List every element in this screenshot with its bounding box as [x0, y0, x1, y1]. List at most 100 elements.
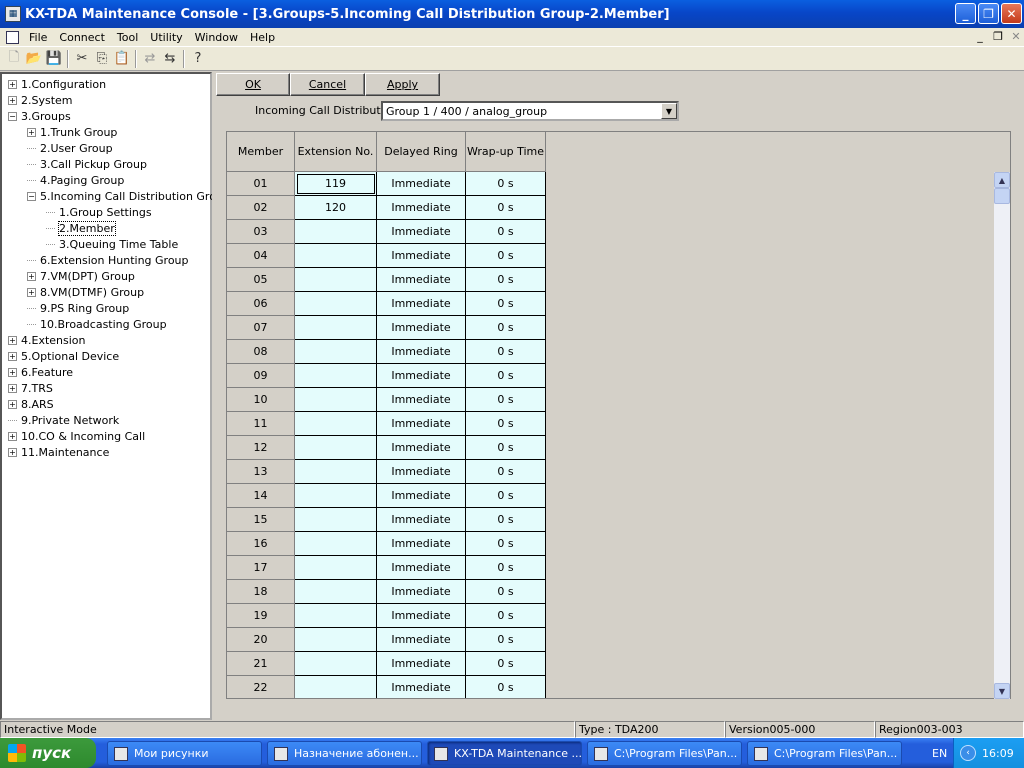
- delayed-ring-cell[interactable]: Immediate: [377, 628, 466, 652]
- tree-node[interactable]: +5.Optional Device: [8, 348, 119, 364]
- delayed-ring-cell[interactable]: Immediate: [377, 220, 466, 244]
- tree-node[interactable]: +4.Extension: [8, 332, 86, 348]
- extension-cell[interactable]: 119: [295, 172, 377, 196]
- app-icon[interactable]: ▦: [5, 6, 21, 22]
- expand-icon[interactable]: +: [27, 287, 36, 297]
- menu-window[interactable]: Window: [189, 31, 244, 44]
- wrap-up-time-cell[interactable]: 0 s: [466, 316, 546, 340]
- tree-node[interactable]: +10.CO & Incoming Call: [8, 428, 145, 444]
- title-bar[interactable]: ▦ KX-TDA Maintenance Console - [3.Groups…: [0, 0, 1024, 28]
- column-header[interactable]: Wrap-up Time: [466, 132, 546, 172]
- tree-node[interactable]: 9.Private Network: [8, 412, 119, 428]
- tree-node[interactable]: +6.Feature: [8, 364, 73, 380]
- document-icon[interactable]: [6, 30, 19, 44]
- wrap-up-time-cell[interactable]: 0 s: [466, 604, 546, 628]
- extension-cell[interactable]: [295, 364, 377, 388]
- delayed-ring-cell[interactable]: Immediate: [377, 196, 466, 220]
- delayed-ring-cell[interactable]: Immediate: [377, 292, 466, 316]
- tree-node[interactable]: +1.Trunk Group: [27, 124, 117, 140]
- tree-node[interactable]: +1.Configuration: [8, 76, 106, 92]
- delayed-ring-cell[interactable]: Immediate: [377, 412, 466, 436]
- delayed-ring-cell[interactable]: Immediate: [377, 244, 466, 268]
- delayed-ring-cell[interactable]: Immediate: [377, 556, 466, 580]
- delayed-ring-cell[interactable]: Immediate: [377, 532, 466, 556]
- column-header[interactable]: Delayed Ring: [377, 132, 466, 172]
- tree-node[interactable]: +8.ARS: [8, 396, 54, 412]
- expand-icon[interactable]: +: [8, 79, 17, 89]
- extension-cell[interactable]: [295, 436, 377, 460]
- expand-icon[interactable]: +: [8, 383, 17, 393]
- extension-cell[interactable]: [295, 532, 377, 556]
- wrap-up-time-cell[interactable]: 0 s: [466, 580, 546, 604]
- delayed-ring-cell[interactable]: Immediate: [377, 676, 466, 698]
- extension-cell[interactable]: [295, 244, 377, 268]
- delayed-ring-cell[interactable]: Immediate: [377, 364, 466, 388]
- column-header[interactable]: Member: [227, 132, 295, 172]
- extension-cell[interactable]: 120: [295, 196, 377, 220]
- extension-cell[interactable]: [295, 292, 377, 316]
- close-button[interactable]: ✕: [1001, 3, 1022, 24]
- tree-node[interactable]: +8.VM(DTMF) Group: [27, 284, 144, 300]
- delayed-ring-cell[interactable]: Immediate: [377, 508, 466, 532]
- wrap-up-time-cell[interactable]: 0 s: [466, 460, 546, 484]
- grid-vertical-scrollbar[interactable]: ▲ ▼: [994, 172, 1010, 699]
- delayed-ring-cell[interactable]: Immediate: [377, 388, 466, 412]
- extension-cell[interactable]: [295, 652, 377, 676]
- disconnect-icon[interactable]: ⇆: [160, 49, 180, 69]
- extension-cell[interactable]: [295, 484, 377, 508]
- tree-node[interactable]: 2.Member: [46, 220, 116, 236]
- extension-cell[interactable]: [295, 628, 377, 652]
- extension-cell[interactable]: [295, 676, 377, 698]
- wrap-up-time-cell[interactable]: 0 s: [466, 436, 546, 460]
- expand-icon[interactable]: +: [8, 431, 17, 441]
- expand-icon[interactable]: +: [8, 447, 17, 457]
- column-header[interactable]: Extension No.: [295, 132, 377, 172]
- expand-icon[interactable]: +: [8, 351, 17, 361]
- expand-icon[interactable]: +: [8, 335, 17, 345]
- extension-cell[interactable]: [295, 604, 377, 628]
- ok-button[interactable]: OK: [216, 73, 290, 96]
- tree-node[interactable]: +2.System: [8, 92, 73, 108]
- extension-cell[interactable]: [295, 460, 377, 484]
- tree-node[interactable]: 4.Paging Group: [27, 172, 124, 188]
- wrap-up-time-cell[interactable]: 0 s: [466, 676, 546, 698]
- wrap-up-time-cell[interactable]: 0 s: [466, 172, 546, 196]
- delayed-ring-cell[interactable]: Immediate: [377, 604, 466, 628]
- wrap-up-time-cell[interactable]: 0 s: [466, 484, 546, 508]
- tree-node[interactable]: −5.Incoming Call Distribution Group: [27, 188, 230, 204]
- start-button[interactable]: пуск: [0, 738, 96, 768]
- expand-icon[interactable]: +: [8, 95, 17, 105]
- wrap-up-time-cell[interactable]: 0 s: [466, 220, 546, 244]
- wrap-up-time-cell[interactable]: 0 s: [466, 292, 546, 316]
- delayed-ring-cell[interactable]: Immediate: [377, 580, 466, 604]
- tree-node[interactable]: +11.Maintenance: [8, 444, 109, 460]
- tree-node[interactable]: 6.Extension Hunting Group: [27, 252, 189, 268]
- connect-icon[interactable]: ⇄: [140, 49, 160, 69]
- new-icon[interactable]: 🗋: [4, 49, 24, 69]
- delayed-ring-cell[interactable]: Immediate: [377, 484, 466, 508]
- wrap-up-time-cell[interactable]: 0 s: [466, 412, 546, 436]
- language-indicator[interactable]: EN: [932, 747, 947, 760]
- minimize-button[interactable]: _: [955, 3, 976, 24]
- wrap-up-time-cell[interactable]: 0 s: [466, 196, 546, 220]
- wrap-up-time-cell[interactable]: 0 s: [466, 556, 546, 580]
- task-program-files-2[interactable]: C:\Program Files\Pan...: [747, 741, 902, 766]
- tree-node[interactable]: 9.PS Ring Group: [27, 300, 129, 316]
- wrap-up-time-cell[interactable]: 0 s: [466, 532, 546, 556]
- collapse-icon[interactable]: −: [27, 191, 36, 201]
- cancel-button[interactable]: Cancel: [290, 73, 365, 96]
- menu-tool[interactable]: Tool: [111, 31, 144, 44]
- restore-button[interactable]: ❐: [978, 3, 999, 24]
- icd-group-select[interactable]: Group 1 / 400 / analog_group ▼: [381, 101, 679, 121]
- extension-cell[interactable]: [295, 268, 377, 292]
- wrap-up-time-cell[interactable]: 0 s: [466, 244, 546, 268]
- task-program-files-1[interactable]: C:\Program Files\Pan...: [587, 741, 742, 766]
- wrap-up-time-cell[interactable]: 0 s: [466, 652, 546, 676]
- menu-connect[interactable]: Connect: [53, 31, 110, 44]
- help-icon[interactable]: ?: [188, 49, 208, 69]
- tree-node[interactable]: +7.VM(DPT) Group: [27, 268, 135, 284]
- delayed-ring-cell[interactable]: Immediate: [377, 340, 466, 364]
- navigation-tree[interactable]: +1.Configuration +2.System −3.Groups +1.Tru…: [0, 72, 230, 720]
- tree-node[interactable]: −3.Groups: [8, 108, 71, 124]
- extension-cell[interactable]: [295, 580, 377, 604]
